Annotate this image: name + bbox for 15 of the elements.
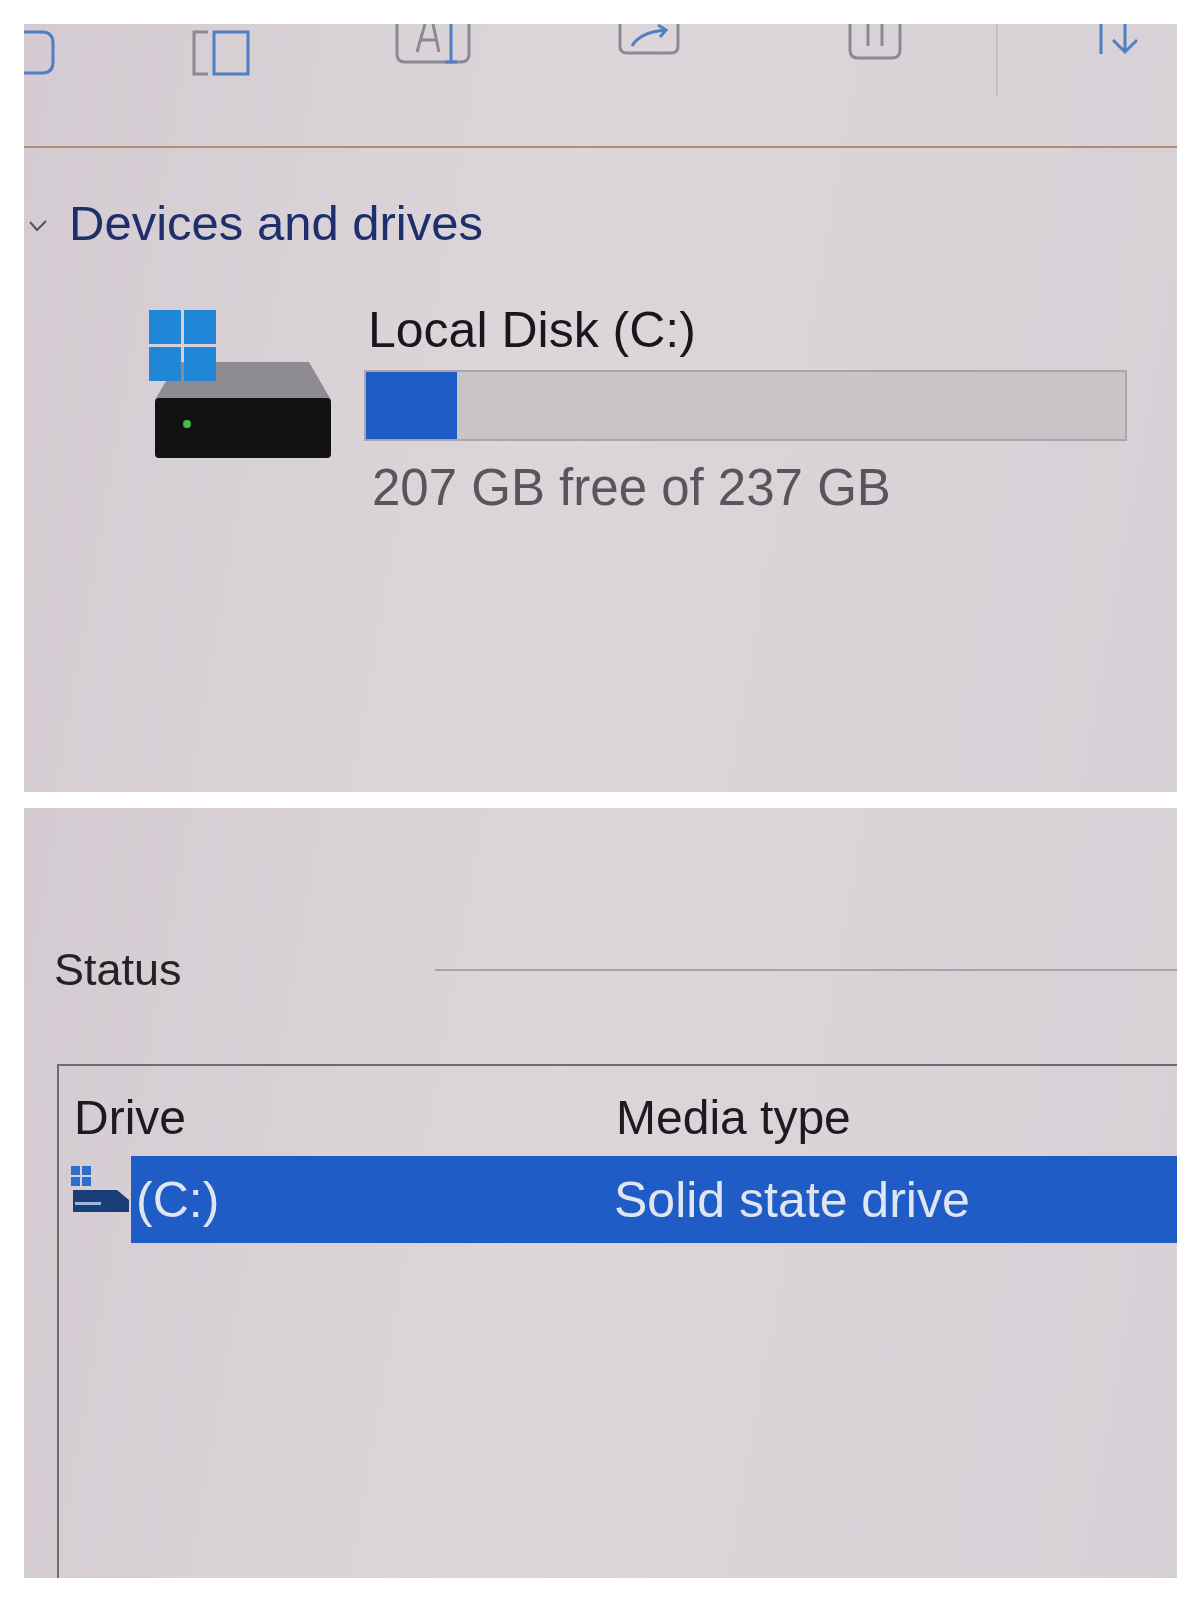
column-header[interactable]: Media type — [616, 1092, 851, 1144]
section-title: Devices and drives — [69, 195, 483, 252]
table-cell-text: (C:) — [136, 1171, 221, 1228]
table-cell: Solid state drive — [614, 1171, 970, 1228]
column-header[interactable]: Drive — [74, 1092, 616, 1144]
rename-icon[interactable] — [395, 24, 471, 66]
share-icon[interactable] — [616, 24, 682, 56]
copy-icon[interactable] — [190, 28, 252, 78]
drive-icon — [71, 1166, 131, 1214]
drive-name[interactable]: Local Disk (C:) — [368, 302, 696, 358]
chevron-icon[interactable] — [29, 220, 47, 232]
trash-icon[interactable] — [846, 24, 904, 60]
table-row[interactable]: (C:) Solid state drive — [131, 1156, 1177, 1243]
section-title: Status — [54, 944, 182, 996]
free-space-text: 207 GB free of 237 GB — [372, 460, 891, 516]
